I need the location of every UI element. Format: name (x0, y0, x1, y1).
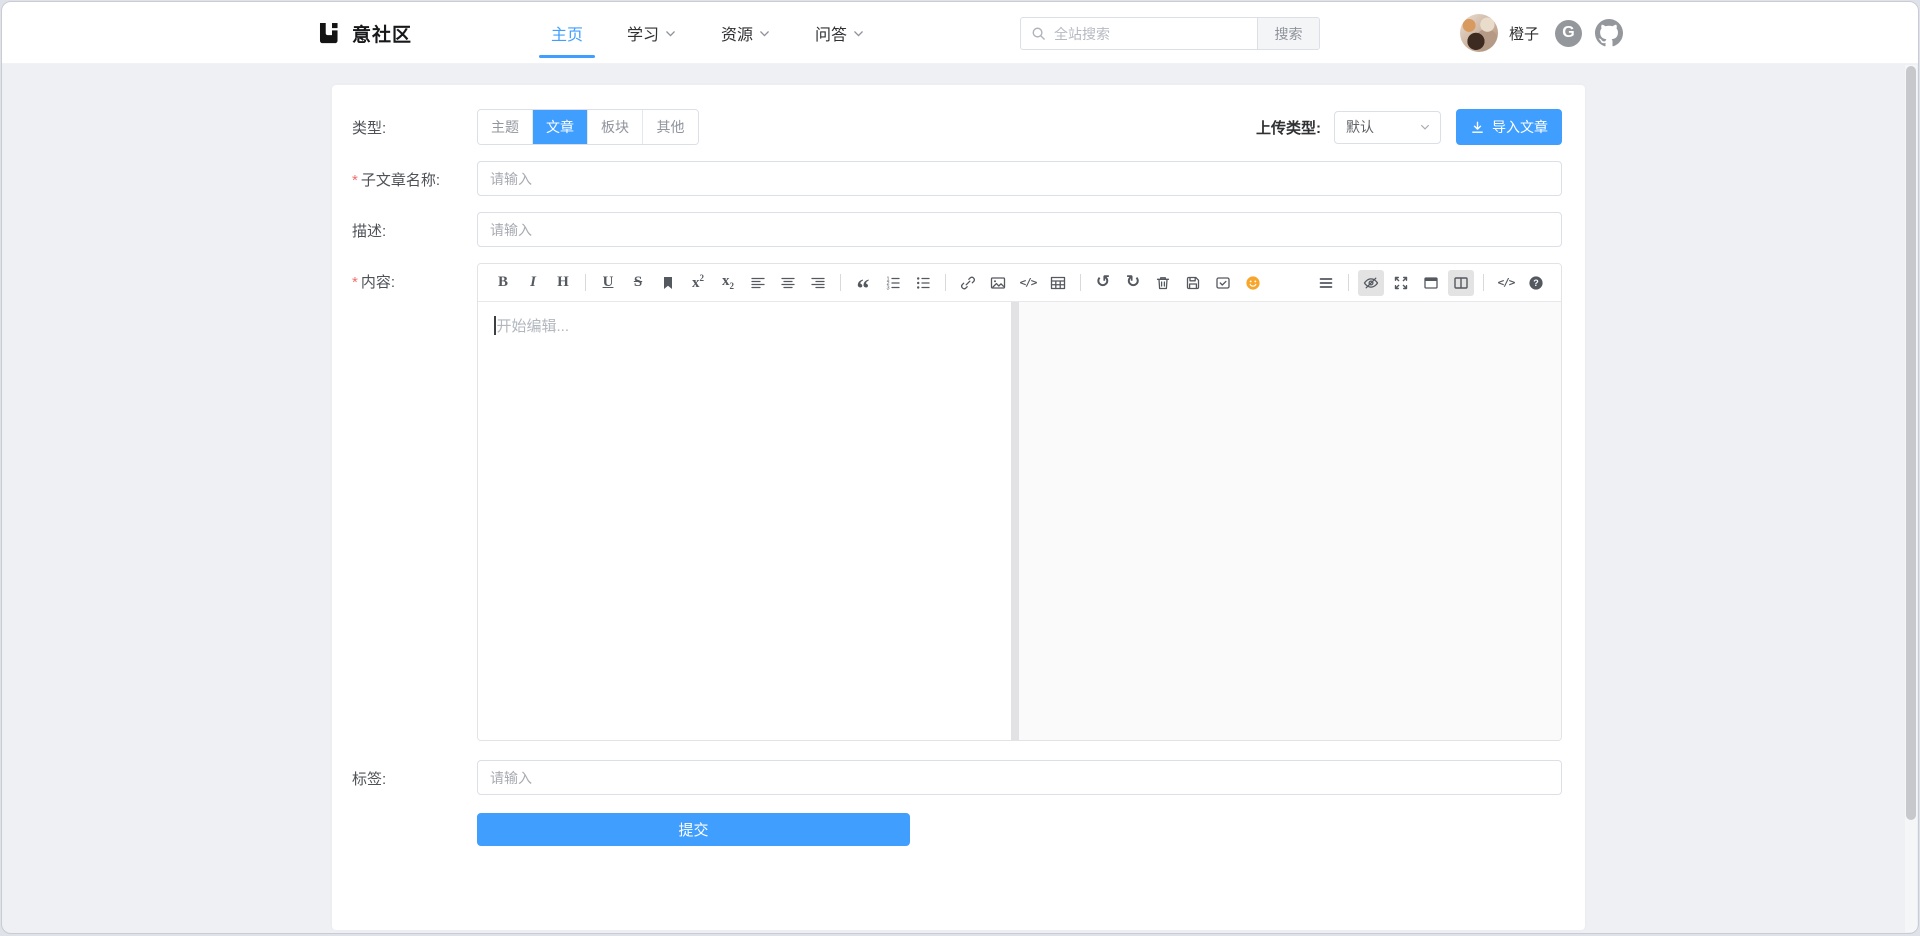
user-area: 橙子 G (1460, 2, 1623, 64)
type-option[interactable]: 板块 (588, 110, 643, 144)
upload-group: 上传类型: 默认 导入文章 (1256, 109, 1562, 145)
editor-preview-pane (1019, 302, 1561, 741)
browser-window: 意社区 主页学习资源问答 搜索 橙子 G 类型: 主题文章板块其他 上传类型: (1, 1, 1919, 934)
link-icon[interactable] (955, 270, 981, 296)
align-left-icon[interactable] (745, 270, 771, 296)
svg-text:3: 3 (887, 285, 890, 291)
chevron-down-icon (852, 27, 865, 40)
description-input[interactable] (477, 212, 1562, 247)
code-block-icon[interactable]: </> (1015, 270, 1041, 296)
download-icon (1470, 120, 1485, 135)
chevron-down-icon (664, 27, 677, 40)
image-icon[interactable] (985, 270, 1011, 296)
toolbar-divider (585, 274, 586, 291)
editor-toolbar: BIHUSx2x2 “123 </> ↺↻ </>? (478, 264, 1561, 302)
import-article-button[interactable]: 导入文章 (1456, 109, 1562, 145)
align-right-icon[interactable] (805, 270, 831, 296)
save-icon[interactable] (1180, 270, 1206, 296)
fullscreen-icon[interactable] (1388, 270, 1414, 296)
type-label: 类型: (352, 109, 477, 145)
github-icon[interactable] (1595, 19, 1623, 47)
nav-item[interactable]: 学习 (623, 2, 681, 64)
catalog-icon[interactable] (1313, 270, 1339, 296)
avatar[interactable] (1460, 14, 1498, 52)
delete-icon[interactable] (1150, 270, 1176, 296)
nav-item[interactable]: 资源 (717, 2, 775, 64)
editor-pane-divider[interactable] (1011, 302, 1019, 741)
bookmark-icon[interactable] (655, 270, 681, 296)
search-button[interactable]: 搜索 (1257, 18, 1319, 49)
split-view-icon[interactable] (1448, 270, 1474, 296)
toolbar-divider (945, 274, 946, 291)
site-search: 搜索 (1020, 17, 1320, 50)
search-input[interactable] (1046, 18, 1257, 49)
help-icon[interactable]: ? (1523, 270, 1549, 296)
type-option[interactable]: 其他 (643, 110, 698, 144)
underline-icon[interactable]: U (595, 270, 621, 296)
svg-text:?: ? (1533, 278, 1539, 288)
username[interactable]: 橙子 (1509, 23, 1539, 44)
submit-button[interactable]: 提交 (477, 813, 910, 846)
form-row-description: 描述: (352, 212, 1562, 247)
site-logo-icon (315, 20, 341, 46)
page-preview-icon[interactable] (1418, 270, 1444, 296)
nav-item[interactable]: 主页 (547, 2, 587, 64)
gitee-icon[interactable]: G (1555, 20, 1582, 47)
quote-icon[interactable]: “ (850, 270, 876, 296)
toolbar-divider (840, 274, 841, 291)
bold-icon[interactable]: B (490, 270, 516, 296)
nav-item[interactable]: 问答 (811, 2, 869, 64)
table-icon[interactable] (1045, 270, 1071, 296)
toolbar-divider (1483, 274, 1484, 291)
toolbar-divider (1348, 274, 1349, 291)
undo-icon[interactable]: ↺ (1090, 270, 1116, 296)
strikethrough-icon[interactable]: S (625, 270, 651, 296)
sub-article-name-input[interactable] (477, 161, 1562, 196)
form-row-tags: 标签: (352, 760, 1562, 795)
post-form-card: 类型: 主题文章板块其他 上传类型: 默认 导入文章 (332, 85, 1585, 930)
align-center-icon[interactable] (775, 270, 801, 296)
description-label: 描述: (352, 212, 477, 247)
upload-type-label: 上传类型: (1256, 117, 1321, 138)
scrollbar-thumb[interactable] (1906, 66, 1916, 820)
type-option[interactable]: 文章 (533, 110, 588, 144)
site-title: 意社区 (352, 20, 412, 47)
form-row-content: *内容: BIHUSx2x2 “123 </> ↺↻ </>? 开始编辑... (352, 263, 1562, 741)
form-row-sub-article-name: *子文章名称: (352, 161, 1562, 196)
upload-type-select[interactable]: 默认 (1334, 111, 1441, 144)
source-code-icon[interactable]: </> (1493, 270, 1519, 296)
type-option[interactable]: 主题 (478, 110, 533, 144)
emoji-icon[interactable] (1240, 270, 1266, 296)
italic-icon[interactable]: I (520, 270, 546, 296)
sub-article-name-label: *子文章名称: (352, 161, 477, 196)
tags-input[interactable] (477, 760, 1562, 795)
tags-label: 标签: (352, 760, 477, 795)
editor-body: 开始编辑... (478, 302, 1561, 741)
navbar: 意社区 主页学习资源问答 搜索 橙子 G (2, 2, 1918, 64)
markdown-editor: BIHUSx2x2 “123 </> ↺↻ </>? 开始编辑... (477, 263, 1562, 741)
ordered-list-icon[interactable]: 123 (880, 270, 906, 296)
export-icon[interactable] (1210, 270, 1236, 296)
unordered-list-icon[interactable] (910, 270, 936, 296)
chevron-down-icon (758, 27, 771, 40)
editor-placeholder: 开始编辑... (497, 318, 570, 335)
nav-links: 主页学习资源问答 (547, 2, 869, 64)
upload-type-value: 默认 (1346, 117, 1374, 137)
chevron-down-icon (1419, 121, 1431, 133)
scrollbar-track[interactable] (1905, 65, 1917, 932)
type-segmented-control: 主题文章板块其他 (477, 109, 699, 145)
subscript-icon[interactable]: x2 (715, 270, 741, 296)
heading-icon[interactable]: H (550, 270, 576, 296)
form-row-type: 类型: 主题文章板块其他 上传类型: 默认 导入文章 (352, 109, 1562, 145)
form-row-submit: 提交 (352, 813, 1562, 846)
text-caret (494, 316, 496, 335)
search-icon (1021, 18, 1046, 49)
brand[interactable]: 意社区 (315, 2, 412, 64)
superscript-icon[interactable]: x2 (685, 270, 711, 296)
content-label: *内容: (352, 263, 477, 741)
redo-icon[interactable]: ↻ (1120, 270, 1146, 296)
toolbar-divider (1080, 274, 1081, 291)
preview-off-icon[interactable] (1358, 270, 1384, 296)
editor-input-pane[interactable]: 开始编辑... (478, 302, 1011, 741)
